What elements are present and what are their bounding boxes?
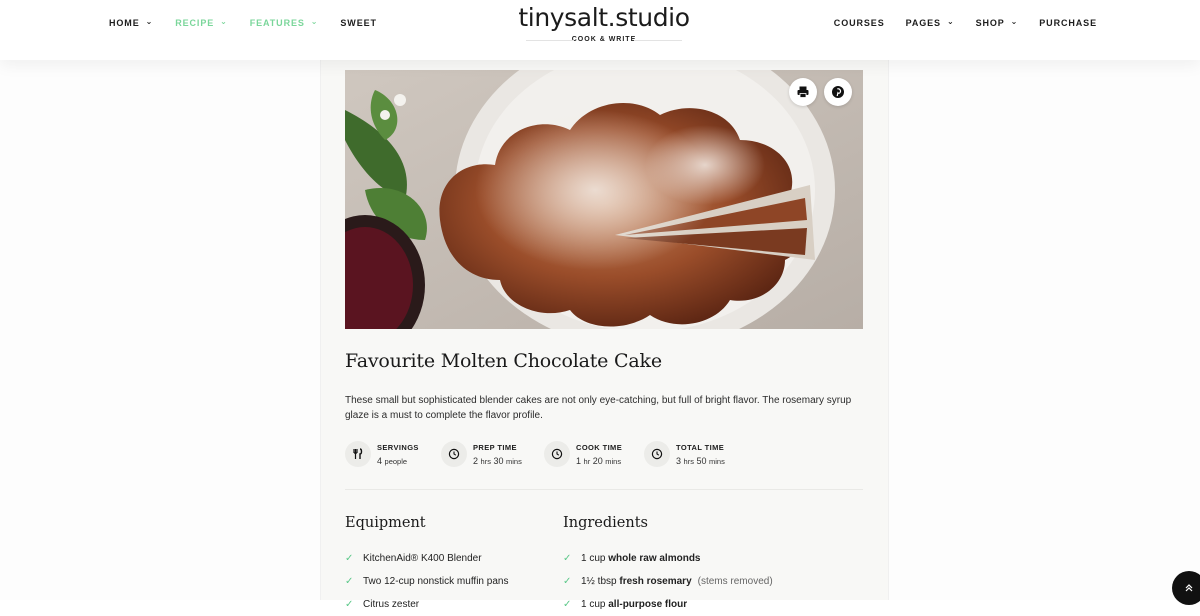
recipe-title: Favourite Molten Chocolate Cake bbox=[345, 350, 662, 372]
nav-shop-label: SHOP bbox=[975, 18, 1005, 28]
ingredient-name: all-purpose flour bbox=[608, 599, 688, 610]
equipment-item: Two 12-cup nonstick muffin pans bbox=[363, 576, 509, 587]
fork-knife-icon bbox=[345, 441, 371, 467]
servings-stat: SERVINGS 4 people bbox=[345, 441, 419, 467]
brand-title: tinysalt.studio bbox=[518, 3, 690, 32]
check-icon: ✓ bbox=[345, 576, 354, 587]
cook-hours-unit: hr bbox=[583, 456, 591, 466]
nav-pages-label: PAGES bbox=[905, 18, 941, 28]
site-logo[interactable]: tinysalt.studio COOK & WRITE bbox=[500, 3, 708, 43]
check-icon: ✓ bbox=[345, 553, 354, 564]
recipe-hero-image bbox=[345, 70, 863, 329]
prep-time-stat: PREP TIME 2 hrs 30 mins bbox=[441, 441, 522, 467]
ingredient-name: whole raw almonds bbox=[608, 553, 701, 564]
prep-time-label: PREP TIME bbox=[473, 442, 517, 452]
equipment-item: Citrus zester bbox=[363, 599, 420, 610]
cook-mins: 20 bbox=[592, 455, 603, 466]
prep-mins-unit: mins bbox=[506, 456, 522, 466]
servings-count: 4 bbox=[377, 455, 383, 466]
recipe-description: These small but sophisticated blender ca… bbox=[345, 395, 852, 421]
nav-home[interactable]: HOME ⌄ bbox=[109, 17, 154, 29]
servings-value: 4 people bbox=[377, 456, 419, 466]
ingredient-amount: 1½ tbsp bbox=[581, 576, 617, 587]
cook-time-stat: COOK TIME 1 hr 20 mins bbox=[544, 441, 622, 467]
total-hours: 3 bbox=[676, 455, 682, 466]
total-mins-unit: mins bbox=[709, 456, 725, 466]
servings-label: SERVINGS bbox=[377, 442, 419, 452]
check-icon: ✓ bbox=[563, 576, 572, 587]
equipment-heading: Equipment bbox=[345, 515, 426, 531]
chevron-down-icon: ⌄ bbox=[1010, 17, 1019, 26]
check-icon: ✓ bbox=[345, 599, 354, 610]
total-mins: 50 bbox=[696, 455, 707, 466]
cook-hours: 1 bbox=[576, 455, 582, 466]
equipment-item: KitchenAid® K400 Blender bbox=[363, 553, 482, 564]
list-item: ✓ 1½ tbsp fresh rosemary (stems removed) bbox=[563, 570, 773, 593]
double-chevron-up-icon bbox=[1185, 584, 1193, 592]
chevron-down-icon: ⌄ bbox=[310, 17, 319, 26]
nav-recipe[interactable]: RECIPE ⌄ bbox=[175, 17, 228, 29]
total-time-stat: TOTAL TIME 3 hrs 50 mins bbox=[644, 441, 725, 467]
pinterest-button[interactable] bbox=[824, 78, 852, 106]
cook-mins-unit: mins bbox=[605, 456, 622, 466]
list-item: ✓ Citrus zester bbox=[345, 593, 508, 616]
site-header: HOME ⌄ RECIPE ⌄ FEATURES ⌄ SWEET tinysal… bbox=[0, 0, 1200, 60]
equipment-list: ✓ KitchenAid® K400 Blender ✓ Two 12-cup no… bbox=[345, 547, 508, 616]
ingredient-name: fresh rosemary bbox=[619, 576, 692, 587]
nav-shop[interactable]: SHOP ⌄ bbox=[975, 17, 1019, 29]
prep-time-value: 2 hrs 30 mins bbox=[473, 456, 522, 466]
ingredient-amount: 1 cup bbox=[581, 599, 606, 610]
total-time-value: 3 hrs 50 mins bbox=[676, 456, 725, 466]
nav-purchase[interactable]: PURCHASE bbox=[1039, 18, 1097, 28]
list-item: ✓ 1 cup all-purpose flour bbox=[563, 593, 773, 616]
clock-icon bbox=[441, 441, 467, 467]
prep-mins: 30 bbox=[493, 455, 504, 466]
clock-icon bbox=[644, 441, 670, 467]
nav-courses-label: COURSES bbox=[833, 18, 885, 28]
cook-time-value: 1 hr 20 mins bbox=[576, 456, 622, 466]
total-time-label: TOTAL TIME bbox=[676, 442, 725, 452]
nav-features[interactable]: FEATURES ⌄ bbox=[249, 17, 319, 29]
list-item: ✓ KitchenAid® K400 Blender bbox=[345, 547, 508, 570]
chevron-down-icon: ⌄ bbox=[145, 17, 154, 26]
cake-illustration bbox=[345, 70, 863, 329]
prep-hours: 2 bbox=[473, 455, 479, 466]
chevron-down-icon: ⌄ bbox=[946, 17, 955, 26]
ingredients-list: ✓ 1 cup whole raw almonds ✓ 1½ tbsp fresh … bbox=[563, 547, 773, 616]
total-hours-unit: hrs bbox=[683, 456, 694, 466]
clock-icon bbox=[544, 441, 570, 467]
chevron-down-icon: ⌄ bbox=[220, 17, 228, 26]
brand-subtitle: COOK & WRITE bbox=[500, 36, 708, 43]
section-divider bbox=[345, 489, 863, 490]
print-button[interactable] bbox=[789, 78, 817, 106]
ingredients-heading: Ingredients bbox=[563, 515, 648, 531]
nav-sweet[interactable]: SWEET bbox=[340, 18, 377, 28]
nav-sweet-label: SWEET bbox=[340, 18, 377, 28]
nav-pages[interactable]: PAGES ⌄ bbox=[905, 17, 955, 29]
nav-features-label: FEATURES bbox=[249, 18, 305, 28]
nav-purchase-label: PURCHASE bbox=[1039, 18, 1097, 28]
check-icon: ✓ bbox=[563, 599, 572, 610]
nav-courses[interactable]: COURSES bbox=[834, 18, 885, 28]
check-icon: ✓ bbox=[563, 553, 572, 564]
cook-time-label: COOK TIME bbox=[576, 442, 623, 452]
list-item: ✓ Two 12-cup nonstick muffin pans bbox=[345, 570, 508, 593]
primary-nav-left: HOME ⌄ RECIPE ⌄ FEATURES ⌄ SWEET bbox=[109, 17, 399, 29]
print-icon bbox=[797, 86, 809, 98]
nav-recipe-label: RECIPE bbox=[175, 18, 215, 28]
pinterest-icon bbox=[832, 86, 844, 98]
list-item: ✓ 1 cup whole raw almonds bbox=[563, 547, 773, 570]
prep-hours-unit: hrs bbox=[480, 456, 491, 466]
nav-home-label: HOME bbox=[109, 18, 140, 28]
ingredient-amount: 1 cup bbox=[581, 553, 606, 564]
servings-unit: people bbox=[384, 456, 408, 466]
primary-nav-right: COURSES PAGES ⌄ SHOP ⌄ PURCHASE bbox=[813, 17, 1097, 29]
ingredient-note: (stems removed) bbox=[697, 576, 773, 587]
